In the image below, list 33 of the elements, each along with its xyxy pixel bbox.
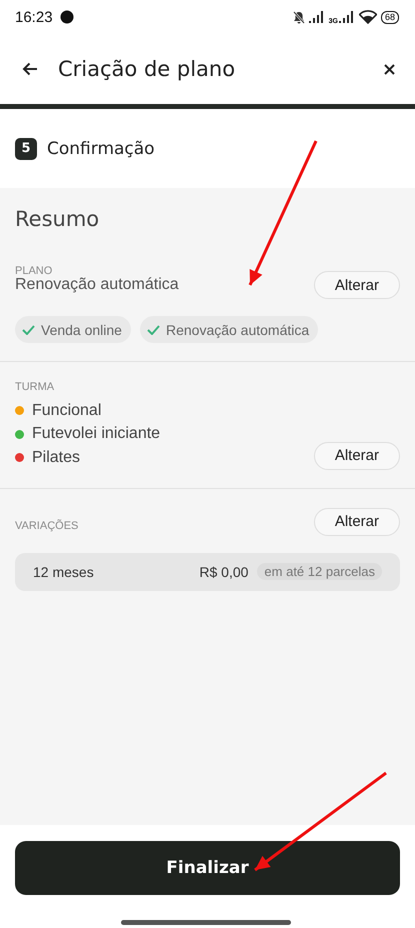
close-button[interactable] bbox=[384, 64, 395, 74]
change-button[interactable]: Alterar bbox=[314, 442, 400, 470]
change-button[interactable]: Alterar bbox=[314, 271, 400, 299]
variation-name: 12 meses bbox=[33, 564, 95, 580]
clock: 16:23 bbox=[15, 8, 53, 26]
section-title: Resumo bbox=[14, 206, 100, 233]
back-arrow-icon bbox=[22, 62, 38, 76]
page-title: Criação de plano bbox=[58, 57, 236, 81]
battery-icon: 68 bbox=[380, 10, 399, 24]
check-icon bbox=[146, 324, 160, 334]
change-button[interactable]: Alterar bbox=[314, 508, 400, 536]
bell-muted-icon bbox=[292, 10, 305, 24]
field-label: TURMA bbox=[15, 381, 56, 393]
signal-icon bbox=[338, 11, 355, 23]
app-icon bbox=[60, 10, 74, 24]
class-name: Pilates bbox=[32, 448, 80, 467]
field-label: PLANO bbox=[15, 265, 54, 277]
class-name: Futevolei iniciante bbox=[32, 425, 160, 444]
installments-tag: em até 12 parcelas bbox=[257, 563, 382, 580]
signal-icon bbox=[308, 11, 325, 23]
step-title: Confirmação bbox=[47, 138, 155, 158]
field-label: VARIAÇÕES bbox=[15, 520, 78, 532]
step-badge: 5 bbox=[15, 138, 37, 160]
back-button[interactable] bbox=[22, 62, 38, 76]
class-name: Funcional bbox=[32, 402, 102, 420]
variation-price: R$ 0,00 bbox=[199, 564, 248, 580]
wifi-icon bbox=[358, 10, 377, 24]
feature-chip: Renovação automática bbox=[140, 316, 318, 343]
feature-chip: Venda online bbox=[15, 316, 131, 343]
finish-button[interactable]: Finalizar bbox=[15, 841, 400, 895]
check-icon bbox=[22, 324, 35, 334]
plan-name: Renovação automática bbox=[15, 276, 179, 294]
close-icon bbox=[384, 64, 395, 74]
